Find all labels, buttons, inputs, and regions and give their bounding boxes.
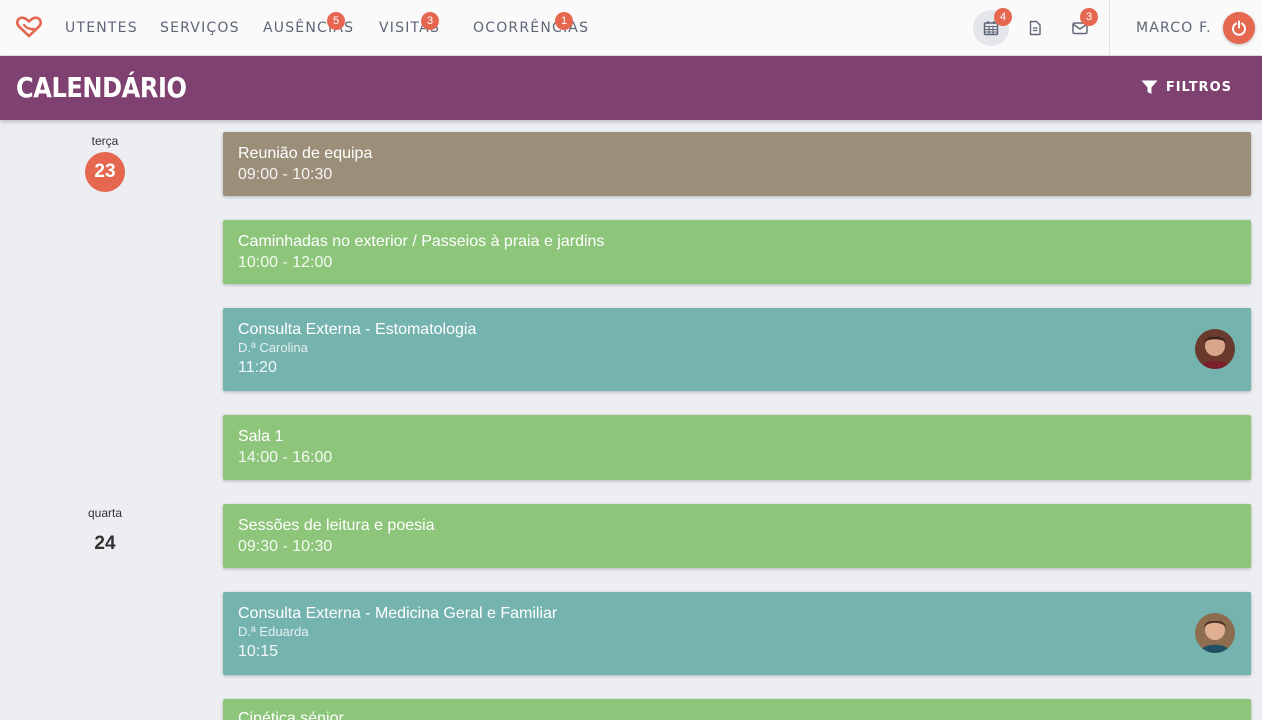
top-navigation: UTENTES SERVIÇOS AUSÊNCIAS 5 VISITAS 3 O…	[0, 0, 1262, 56]
messages-button[interactable]: 3	[1062, 8, 1098, 46]
page-header: CALENDÁRIO FILTROS	[0, 56, 1262, 120]
nav-servicos-label: SERVIÇOS	[160, 20, 240, 36]
event-card[interactable]: Consulta Externa - Medicina Geral e Fami…	[223, 592, 1251, 675]
event-time: 11:20	[238, 359, 277, 376]
event-title: Reunião de equipa	[238, 145, 373, 162]
day-number-today: 23	[85, 152, 125, 192]
nav-servicos[interactable]: SERVIÇOS	[160, 20, 240, 36]
ausencias-count-badge: 5	[327, 12, 345, 30]
event-card[interactable]: Reunião de equipa 09:00 - 10:30	[223, 132, 1251, 196]
event-card[interactable]: Cinética sénior	[223, 699, 1251, 720]
user-name[interactable]: MARCO F.	[1136, 20, 1212, 36]
doctor-avatar	[1195, 329, 1235, 369]
event-time: 10:15	[238, 643, 279, 660]
event-doctor: D.ª Eduarda	[238, 624, 309, 639]
event-title: Sala 1	[238, 428, 284, 445]
nav-visitas[interactable]: VISITAS 3	[379, 12, 440, 36]
event-title: Consulta Externa - Estomatologia	[238, 321, 477, 338]
power-icon	[1232, 20, 1246, 36]
filters-label: FILTROS	[1165, 80, 1232, 95]
avatar-photo-icon	[1195, 613, 1235, 653]
doctor-avatar	[1195, 613, 1235, 653]
visitas-count-badge: 3	[421, 12, 439, 30]
day-tuesday: terça 23	[75, 134, 135, 192]
event-card[interactable]: Consulta Externa - Estomatologia D.ª Car…	[223, 308, 1251, 391]
heart-logo-icon[interactable]	[16, 16, 42, 38]
page-title: CALENDÁRIO	[16, 71, 187, 104]
event-card[interactable]: Sessões de leitura e poesia 09:30 - 10:3…	[223, 504, 1251, 568]
event-time: 10:00 - 12:00	[238, 254, 333, 271]
day-number: 24	[94, 533, 116, 554]
event-card[interactable]: Caminhadas no exterior / Passeios à prai…	[223, 220, 1251, 284]
ocorrencias-count-badge: 1	[555, 12, 573, 30]
event-time: 14:00 - 16:00	[238, 449, 333, 466]
logout-button[interactable]	[1223, 12, 1255, 44]
event-time: 09:30 - 10:30	[238, 538, 333, 555]
event-title: Consulta Externa - Medicina Geral e Fami…	[238, 605, 558, 622]
calendar-button[interactable]: 4	[973, 8, 1012, 46]
nav-utentes[interactable]: UTENTES	[65, 20, 138, 36]
event-time: 09:00 - 10:30	[238, 166, 333, 183]
event-title: Cinética sénior	[238, 710, 344, 720]
calendar-count-badge: 4	[994, 8, 1012, 26]
day-wednesday: quarta 24	[75, 506, 135, 564]
filters-button[interactable]: FILTROS	[1141, 80, 1232, 95]
nav-ocorrencias[interactable]: OCORRÊNCIAS 1	[473, 12, 589, 36]
event-title: Sessões de leitura e poesia	[238, 517, 435, 534]
avatar-photo-icon	[1195, 329, 1235, 369]
nav-ausencias[interactable]: AUSÊNCIAS 5	[263, 12, 354, 36]
filter-icon	[1141, 80, 1158, 94]
messages-count-badge: 3	[1080, 8, 1098, 26]
event-doctor: D.ª Carolina	[238, 340, 308, 355]
event-card[interactable]: Sala 1 14:00 - 16:00	[223, 415, 1251, 480]
day-name: quarta	[87, 506, 123, 520]
documents-button[interactable]	[1017, 10, 1053, 46]
day-name: terça	[91, 134, 119, 148]
nav-utentes-label: UTENTES	[65, 20, 138, 36]
nav-divider	[1109, 0, 1110, 56]
document-icon	[1029, 20, 1041, 36]
event-title: Caminhadas no exterior / Passeios à prai…	[238, 233, 605, 250]
